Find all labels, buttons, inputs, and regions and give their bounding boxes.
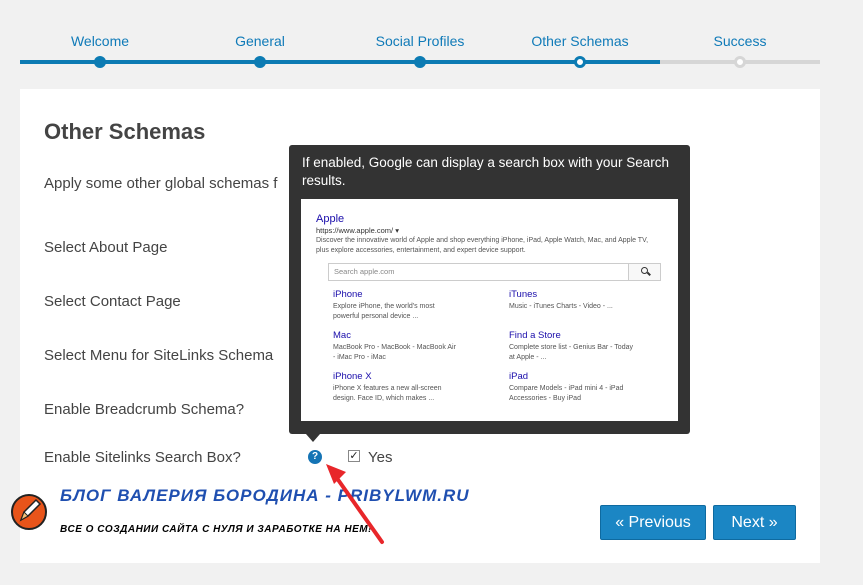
- sitelinks-search-box-label: Enable Sitelinks Search Box?: [44, 449, 241, 466]
- step-social-profiles[interactable]: Social Profiles: [376, 33, 465, 49]
- search-icon: [641, 267, 648, 274]
- tooltip-arrow: [306, 434, 320, 442]
- preview-sitelink-title: iPhone: [333, 289, 363, 300]
- preview-result-description: Discover the innovative world of Apple a…: [316, 237, 649, 254]
- preview-sitelink-desc: Compare Models - iPad mini 4 - iPad Acce…: [509, 385, 624, 402]
- preview-sitelink-desc: Music - iTunes Charts - Video - ...: [509, 303, 613, 310]
- page-title: Other Schemas: [44, 119, 206, 144]
- contact-page-label: Select Contact Page: [44, 293, 181, 310]
- next-button[interactable]: Next »: [713, 505, 796, 540]
- preview-sitelink-title: Find a Store: [509, 330, 561, 341]
- pencil-logo-icon: [11, 494, 47, 530]
- step-general[interactable]: General: [235, 33, 285, 49]
- watermark-title: БЛОГ ВАЛЕРИЯ БОРОДИНА - PRIBYLWM.RU: [60, 486, 470, 505]
- preview-sitelink-title: iPhone X: [333, 371, 372, 382]
- sitelinks-menu-label: Select Menu for SiteLinks Schema: [44, 347, 274, 364]
- step-success[interactable]: Success: [714, 33, 767, 49]
- preview-sitelink-title: iTunes: [509, 289, 538, 300]
- breadcrumb-schema-label: Enable Breadcrumb Schema?: [44, 401, 245, 418]
- tooltip-text: If enabled, Google can display a search …: [302, 155, 669, 188]
- setup-wizard-stepper: Welcome General Social Profiles Other Sc…: [20, 0, 820, 80]
- help-tooltip: If enabled, Google can display a search …: [289, 145, 690, 442]
- preview-result-url: https://www.apple.com/ ▾: [316, 226, 399, 235]
- preview-sitelink-desc: iPhone X features a new all-screen desig…: [333, 385, 442, 402]
- progress-track-complete: [20, 60, 660, 64]
- preview-sitelink-desc: Complete store list - Genius Bar - Today…: [509, 344, 633, 361]
- step-other-schemas[interactable]: Other Schemas: [531, 33, 628, 49]
- step-dot-other-schemas[interactable]: [574, 56, 586, 68]
- step-dot-success[interactable]: [734, 56, 746, 68]
- preview-search-placeholder: Search apple.com: [334, 267, 395, 276]
- preview-sitelink-title: Mac: [333, 330, 351, 341]
- preview-sitelink-desc: Explore iPhone, the world's most powerfu…: [333, 303, 435, 320]
- card-description: Apply some other global schemas f: [44, 175, 278, 192]
- step-dot-general[interactable]: [254, 56, 266, 68]
- step-dot-social-profiles[interactable]: [414, 56, 426, 68]
- preview-search-box: Search apple.com: [328, 263, 661, 281]
- previous-button[interactable]: « Previous: [600, 505, 706, 540]
- preview-search-button: [628, 264, 660, 280]
- step-dot-welcome[interactable]: [94, 56, 106, 68]
- preview-sitelink-desc: MacBook Pro - MacBook - MacBook Air - iM…: [333, 344, 456, 361]
- preview-sitelink-title: iPad: [509, 371, 529, 382]
- search-result-preview-image: Apple https://www.apple.com/ ▾ Discover …: [301, 199, 678, 421]
- step-welcome[interactable]: Welcome: [71, 33, 129, 49]
- annotation-arrow-icon: [326, 464, 384, 544]
- preview-result-title: Apple: [316, 213, 345, 225]
- about-page-label: Select About Page: [44, 239, 168, 256]
